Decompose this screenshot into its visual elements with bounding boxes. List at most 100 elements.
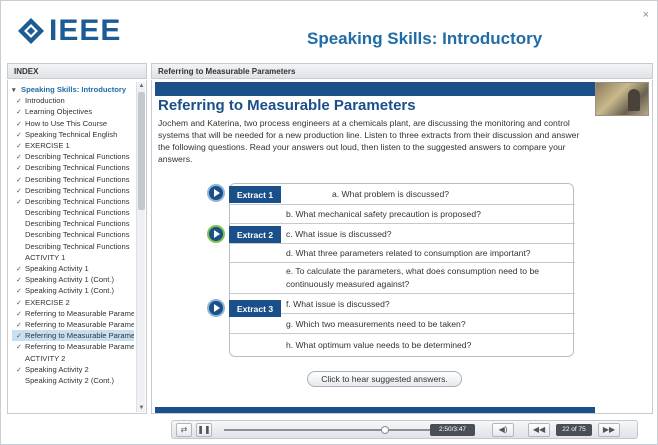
intro-text: Jochem and Katerina, two process enginee… xyxy=(158,118,580,164)
index-item[interactable]: ✓ Describing Technical Functions xyxy=(12,174,134,185)
index-item[interactable]: ✓ Introduction xyxy=(12,95,134,106)
index-item-label: Learning Objectives xyxy=(25,107,93,117)
question-row: d. What three parameters related to cons… xyxy=(230,244,575,263)
index-item-label: Referring to Measurable Parameters xyxy=(25,342,134,352)
index-item-label: How to Use This Course xyxy=(25,118,108,128)
index-item[interactable]: ✓ Speaking Activity 1 (Cont.) xyxy=(12,274,134,285)
index-item-label: Introduction xyxy=(25,96,65,106)
time-display: 2:50/3:47 xyxy=(430,424,475,436)
index-item[interactable]: ✓ Describing Technical Functions xyxy=(12,151,134,162)
index-item[interactable]: Describing Technical Functions xyxy=(12,218,134,229)
question-row: a. What problem is discussed? xyxy=(230,184,575,205)
play-extract-1-button[interactable] xyxy=(207,184,225,202)
checkmark-icon: ✓ xyxy=(16,366,22,374)
title-bar-decoration xyxy=(155,82,595,96)
checkmark-icon: ✓ xyxy=(16,98,22,106)
index-item[interactable]: Describing Technical Functions xyxy=(12,241,134,252)
extract-3-label[interactable]: Extract 3 xyxy=(229,300,281,317)
checkmark-icon: ✓ xyxy=(16,120,22,128)
scroll-thumb[interactable] xyxy=(138,92,145,210)
index-item[interactable]: ✓ EXERCISE 1 xyxy=(12,140,134,151)
page-counter: 22 of 75 xyxy=(556,424,592,436)
question-text: c. What issue is discussed? xyxy=(286,228,392,239)
play-extract-2-button[interactable] xyxy=(207,225,225,243)
question-text: e. To calculate the parameters, what doe… xyxy=(286,266,540,289)
play-icon xyxy=(214,189,220,197)
index-item[interactable]: ✓ Speaking Activity 1 (Cont.) xyxy=(12,285,134,296)
index-item-label: Describing Technical Functions xyxy=(25,241,130,251)
question-text: g. Which two measurements need to be tak… xyxy=(286,318,466,329)
index-item[interactable]: ✓ How to Use This Course xyxy=(12,118,134,129)
index-item-label: Referring to Measurable Parameters xyxy=(25,319,134,329)
index-item[interactable]: ✓ Describing Technical Functions xyxy=(12,185,134,196)
index-item[interactable]: ✓ Describing Technical Functions xyxy=(12,162,134,173)
index-item[interactable]: ✓ Learning Objectives xyxy=(12,106,134,117)
question-row: h. What optimum value needs to be determ… xyxy=(230,334,575,356)
index-item-label: Describing Technical Functions xyxy=(25,174,130,184)
index-root-label: Speaking Skills: Introductory xyxy=(21,85,127,94)
index-item[interactable]: ✓ Speaking Technical English xyxy=(12,129,134,140)
play-extract-3-button[interactable] xyxy=(207,299,225,317)
index-item-label: Speaking Activity 2 (Cont.) xyxy=(25,375,115,385)
checkmark-icon: ✓ xyxy=(16,154,22,162)
index-item-label: ACTIVITY 2 xyxy=(25,353,66,363)
index-item[interactable]: ✓Referring to Measurable Parameters xyxy=(12,341,134,352)
repeat-icon[interactable]: ⇄ xyxy=(176,423,192,437)
pause-icon[interactable]: ❚❚ xyxy=(196,423,212,437)
index-item-label: Speaking Activity 1 (Cont.) xyxy=(25,275,115,285)
page-header: Referring to Measurable Parameters xyxy=(151,63,653,79)
content-panel: Referring to Measurable Parameters Joche… xyxy=(151,80,653,414)
next-page-icon[interactable]: ▶▶ xyxy=(598,423,620,437)
index-root-item[interactable]: ▾ Speaking Skills: Introductory xyxy=(12,84,134,95)
expand-arrow-icon[interactable]: ▾ xyxy=(12,85,21,95)
previous-page-icon[interactable]: ◀◀ xyxy=(528,423,550,437)
index-item[interactable]: Speaking Activity 2 (Cont.) xyxy=(12,375,134,386)
scroll-down-icon[interactable]: ▼ xyxy=(137,404,146,412)
close-button[interactable]: × xyxy=(643,9,649,21)
index-panel: ▾ Speaking Skills: Introductory ✓ Introduc… xyxy=(7,80,147,414)
index-item[interactable]: ✓Referring to Measurable Parameters xyxy=(12,330,134,342)
index-item[interactable]: ✓Referring to Measurable Parameters xyxy=(12,319,134,330)
suggested-answers-button[interactable]: Click to hear suggested answers. xyxy=(307,371,462,387)
index-item[interactable]: Describing Technical Functions xyxy=(12,229,134,240)
checkmark-icon: ✓ xyxy=(16,131,22,139)
index-scrollbar[interactable]: ▲ ▼ xyxy=(136,82,145,412)
checkmark-icon: ✓ xyxy=(16,344,22,352)
index-item[interactable]: ✓ Describing Technical Functions xyxy=(12,196,134,207)
extract-2-label[interactable]: Extract 2 xyxy=(229,226,281,243)
question-text: a. What problem is discussed? xyxy=(332,189,450,199)
scroll-up-icon[interactable]: ▲ xyxy=(137,82,146,90)
index-item-label: ACTIVITY 1 xyxy=(25,252,66,262)
progress-knob[interactable] xyxy=(381,426,390,434)
index-item[interactable]: Describing Technical Functions xyxy=(12,207,134,218)
index-item-label: Describing Technical Functions xyxy=(25,185,130,195)
media-player: ⇄ ❚❚ 2:50/3:47 ◀) ◀◀ 22 of 75 ▶▶ xyxy=(171,420,638,439)
index-list: ▾ Speaking Skills: Introductory ✓ Introduc… xyxy=(12,84,134,386)
index-item[interactable]: ACTIVITY 2 xyxy=(12,353,134,364)
checkmark-icon: ✓ xyxy=(16,142,22,150)
question-text: f. What issue is discussed? xyxy=(286,298,390,309)
index-item-label: Referring to Measurable Parameters xyxy=(25,331,134,341)
extract-1-label[interactable]: Extract 1 xyxy=(229,186,281,203)
ieee-diamond-icon xyxy=(18,18,44,44)
question-row: e. To calculate the parameters, what doe… xyxy=(230,263,575,294)
index-item[interactable]: ✓Referring to Measurable Parameters xyxy=(12,308,134,319)
ieee-logo: IEEE xyxy=(17,13,121,49)
checkmark-icon: ✓ xyxy=(16,266,22,273)
index-item-label: Referring to Measurable Parameters xyxy=(25,308,134,318)
index-item[interactable]: ✓ Speaking Activity 2 xyxy=(12,364,134,375)
checkmark-icon: ✓ xyxy=(16,299,22,307)
question-text: b. What mechanical safety precaution is … xyxy=(286,209,481,219)
index-item-label: Describing Technical Functions xyxy=(25,230,130,240)
index-item-label: Describing Technical Functions xyxy=(25,152,130,162)
volume-icon[interactable]: ◀) xyxy=(492,423,514,437)
index-item-label: EXERCISE 1 xyxy=(25,140,70,150)
checkmark-icon: ✓ xyxy=(16,321,22,329)
index-item[interactable]: ACTIVITY 1 xyxy=(12,252,134,263)
progress-track[interactable] xyxy=(224,429,439,431)
index-item[interactable]: ✓ Speaking Activity 1 xyxy=(12,263,134,274)
index-item[interactable]: ✓ EXERCISE 2 xyxy=(12,297,134,308)
index-item-label: Speaking Activity 1 (Cont.) xyxy=(25,286,115,296)
checkmark-icon: ✓ xyxy=(16,288,22,296)
checkmark-icon: ✓ xyxy=(16,109,22,117)
